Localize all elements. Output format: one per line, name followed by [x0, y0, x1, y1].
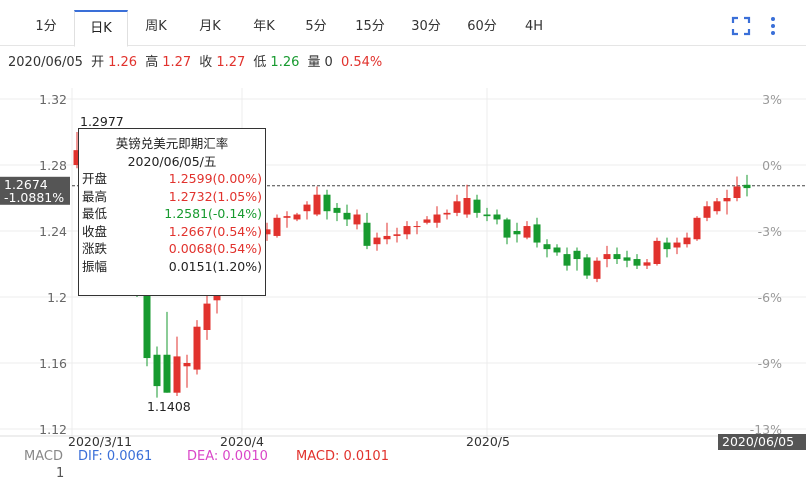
- y-tick-label: 1.28: [39, 158, 67, 173]
- macd-axis-label: 1: [56, 466, 65, 481]
- tooltip-value: 1.2581(-0.14%): [164, 206, 262, 221]
- candle-body: [363, 222, 371, 246]
- candle-body: [573, 250, 581, 260]
- y-tick-label: 1.16: [39, 356, 67, 371]
- candle-body: [383, 235, 391, 240]
- tooltip-label: 开盘: [82, 171, 108, 186]
- candle-body: [493, 214, 501, 220]
- candle-body: [613, 254, 621, 260]
- candle-body: [723, 198, 731, 202]
- candle-body: [563, 254, 571, 266]
- candle-body: [393, 234, 401, 236]
- candle-body: [683, 237, 691, 245]
- tooltip-value: 0.0151(1.20%): [168, 258, 262, 274]
- candle-body: [583, 257, 591, 276]
- y-tick-label: 1.2: [47, 290, 67, 305]
- candle-body: [523, 226, 531, 238]
- candle-body: [463, 198, 471, 215]
- candle-body: [283, 216, 291, 218]
- tooltip-value: 0.0068(0.54%): [168, 241, 262, 256]
- candle-body: [623, 257, 631, 261]
- candle-body: [193, 326, 201, 370]
- candle-tooltip: 英镑兑美元即期汇率 2020/06/05/五 开盘 1.2599(0.00%) 最…: [78, 128, 266, 296]
- candle-body: [333, 207, 341, 213]
- candle-body: [323, 194, 331, 212]
- x-end-label: 2020/06/05: [722, 434, 794, 449]
- candle-body: [513, 231, 521, 235]
- tooltip-label: 振幅: [82, 258, 108, 274]
- candle-body: [483, 214, 491, 217]
- tooltip-row-change: 涨跌 0.0068(0.54%): [79, 240, 265, 258]
- tooltip-value: 1.2599(0.00%): [168, 171, 262, 186]
- candle-body: [423, 219, 431, 223]
- candle-body: [353, 214, 361, 225]
- candle-body: [203, 303, 211, 330]
- tooltip-label: 最低: [82, 206, 108, 221]
- candle-body: [633, 259, 641, 266]
- candle-body: [593, 260, 601, 279]
- candle-body: [453, 201, 461, 213]
- pct-tick-label: -3%: [758, 224, 782, 239]
- candle-body: [313, 194, 321, 215]
- tooltip-label: 最高: [82, 188, 108, 204]
- y-tick-label: 1.24: [39, 224, 67, 239]
- tooltip-row-high: 最高 1.2732(1.05%): [79, 188, 265, 206]
- tooltip-date: 2020/06/05/五: [127, 153, 217, 169]
- tooltip-row-amplitude: 振幅 0.0151(1.20%): [79, 258, 265, 276]
- candle-body: [163, 354, 171, 393]
- tooltip-value: 1.2667(0.54%): [168, 223, 262, 239]
- candle-body: [443, 212, 451, 215]
- candle-body: [603, 254, 611, 260]
- crosshair-pct: -1.0881%: [4, 190, 64, 205]
- candle-body: [703, 206, 711, 218]
- tooltip-row-open: 开盘 1.2599(0.00%): [79, 170, 265, 188]
- min-annotation: 1.1408: [147, 399, 191, 414]
- candle-body: [543, 244, 551, 250]
- x-tick-label: 2020/4: [220, 434, 264, 449]
- x-tick-label: 2020/5: [466, 434, 510, 449]
- candle-body: [473, 199, 481, 213]
- candle-body: [433, 214, 441, 223]
- candle-body: [553, 247, 561, 253]
- x-tick-label: 2020/3/11: [68, 434, 132, 449]
- max-annotation: 1.2977: [80, 114, 124, 129]
- candle-body: [503, 219, 511, 238]
- candle-body: [293, 214, 301, 220]
- candle-body: [733, 186, 741, 198]
- candle-body: [403, 226, 411, 235]
- candle-body: [343, 212, 351, 220]
- candle-body: [173, 356, 181, 393]
- tooltip-label: 涨跌: [82, 241, 108, 256]
- candle-body: [743, 184, 751, 189]
- candle-body: [643, 262, 651, 266]
- candle-body: [533, 224, 541, 243]
- tooltip-label: 收盘: [82, 223, 108, 239]
- tooltip-row-close: 收盘 1.2667(0.54%): [79, 223, 265, 241]
- candle-body: [653, 240, 661, 264]
- candle-body: [273, 217, 281, 236]
- y-tick-label: 1.12: [39, 422, 67, 437]
- candle-body: [303, 204, 311, 212]
- candle-body: [693, 217, 701, 240]
- pct-tick-label: 3%: [762, 92, 782, 107]
- candle-body: [153, 354, 161, 387]
- y-tick-label: 1.32: [39, 92, 67, 107]
- candle-body: [413, 226, 421, 228]
- candle-body: [663, 242, 671, 250]
- tooltip-row-low: 最低 1.2581(-0.14%): [79, 205, 265, 223]
- pct-tick-label: -6%: [758, 290, 782, 305]
- candle-body: [713, 201, 721, 212]
- tooltip-title: 英镑兑美元即期汇率: [115, 136, 229, 151]
- pct-tick-label: 0%: [762, 158, 782, 173]
- macd-dea: DEA: 0.0010: [187, 449, 268, 464]
- candle-body: [673, 242, 681, 248]
- candle-body: [183, 363, 191, 367]
- tooltip-value: 1.2732(1.05%): [168, 188, 262, 204]
- macd-value: MACD: 0.0101: [296, 449, 389, 464]
- candle-body: [373, 237, 381, 245]
- macd-indicator-name[interactable]: MACD: [24, 448, 63, 466]
- macd-dif: DIF: 0.0061: [78, 449, 153, 464]
- pct-tick-label: -9%: [758, 356, 782, 371]
